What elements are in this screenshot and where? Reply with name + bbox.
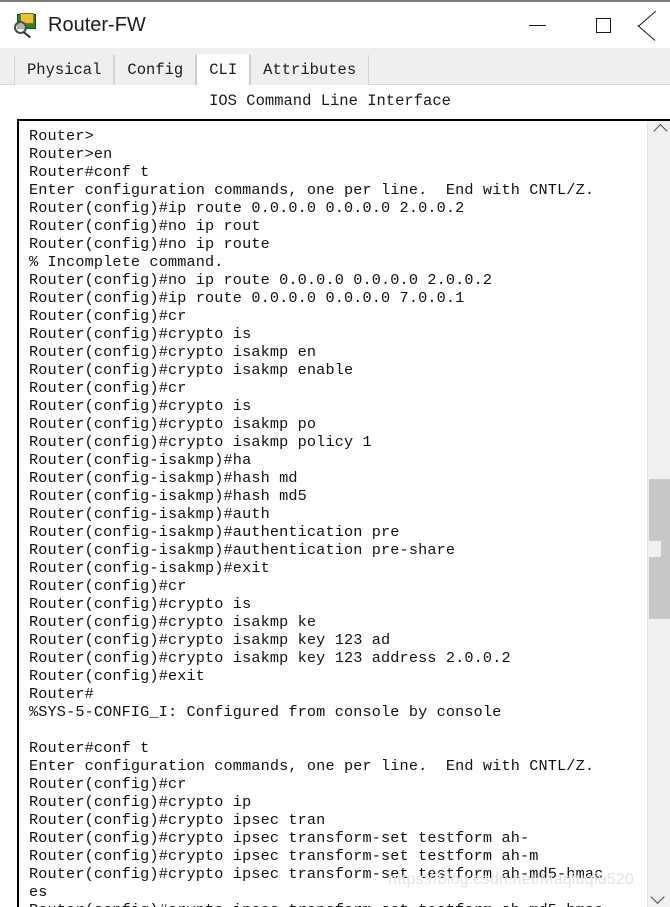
cli-line: Router>en: [29, 145, 113, 163]
scroll-up-arrow-button[interactable]: [648, 121, 670, 141]
cli-line: Enter configuration commands, one per li…: [29, 181, 595, 199]
cli-line: Router(config)#crypto is: [29, 325, 252, 343]
cli-line: Enter configuration commands, one per li…: [29, 757, 595, 775]
cli-line: Router(config)#cr: [29, 379, 187, 397]
minimize-icon: [528, 24, 546, 26]
cli-line: Router(config)#no ip route: [29, 235, 270, 253]
cli-line: Router(config)#crypto isakmp key 123 ad: [29, 631, 391, 649]
maximize-icon: [595, 17, 611, 33]
cli-line: Router(config)#crypto isakmp key 123 add…: [29, 649, 511, 667]
cli-line: Router(config)#crypto ipsec transform-se…: [29, 865, 604, 883]
close-button[interactable]: [636, 2, 670, 48]
cli-line: Router(config)#crypto isakmp en: [29, 343, 317, 361]
cli-line: Router#conf t: [29, 739, 150, 757]
window-controls: [504, 2, 670, 48]
cli-line: Router#conf t: [29, 163, 150, 181]
cli-line: Router(config)#crypto isakmp po: [29, 415, 317, 433]
cli-line: Router(config-isakmp)#hash md: [29, 469, 298, 487]
cli-line: Router(config)#crypto ipsec transform-se…: [29, 829, 530, 847]
cli-terminal[interactable]: Router> Router>en Router#conf t Enter confi…: [19, 121, 649, 907]
cli-line: Router(config)#cr: [29, 577, 187, 595]
cli-line: [29, 721, 649, 739]
cli-line: Router(config)#crypto is: [29, 595, 252, 613]
router-fw-window: Router-FW Physical Config CLI Attributes…: [0, 0, 670, 907]
cli-line: Router(config)#ip route 0.0.0.0 0.0.0.0 …: [29, 289, 465, 307]
cli-line: Router(config)#crypto ipsec tran: [29, 811, 326, 829]
title-bar: Router-FW: [0, 2, 670, 48]
cli-line: Router(config-isakmp)#authentication pre…: [29, 541, 456, 559]
chevron-down-icon: [650, 889, 665, 905]
cli-line: Router(config)#crypto ip: [29, 793, 252, 811]
cli-line: Router(config-isakmp)#hash md5: [29, 487, 307, 505]
cli-header-label: IOS Command Line Interface: [209, 92, 451, 110]
cli-output: Router> Router>en Router#conf t Enter confi…: [29, 127, 649, 907]
cli-line: Router(config-isakmp)#authentication pre: [29, 523, 400, 541]
cli-line: % Incomplete command.: [29, 253, 224, 271]
tab-attributes[interactable]: Attributes: [250, 55, 370, 85]
cli-line: Router#: [29, 685, 94, 703]
scrollbar-thumb[interactable]: [649, 479, 670, 619]
cli-line: Router(config)#crypto isakmp enable: [29, 361, 354, 379]
cli-line: Router>: [29, 127, 94, 145]
close-icon: [638, 17, 668, 34]
cli-line: Router(config)#exit: [29, 667, 206, 685]
packet-tracer-device-icon: [14, 12, 40, 39]
cli-terminal-frame: Router> Router>en Router#conf t Enter confi…: [17, 119, 670, 907]
cli-line: Router(config)#crypto ipsec transform-se…: [29, 847, 539, 865]
cli-line: Router(config)#ip route 0.0.0.0 0.0.0.0 …: [29, 199, 465, 217]
cli-line: Router(config)#no ip rout: [29, 217, 261, 235]
window-title: Router-FW: [48, 13, 146, 36]
cli-line: Router(config)#crypto isakmp ke: [29, 613, 317, 631]
scroll-down-arrow-button[interactable]: [648, 887, 670, 907]
maximize-button[interactable]: [570, 2, 636, 48]
cli-line: Router(config-isakmp)#ha: [29, 451, 252, 469]
tab-cli[interactable]: CLI: [196, 54, 251, 85]
cli-line: %SYS-5-CONFIG_I: Configured from console…: [29, 703, 502, 721]
scrollbar-thumb-notch: [649, 541, 661, 557]
cli-line: Router(config-isakmp)#exit: [29, 559, 270, 577]
cli-line: Router(config-isakmp)#auth: [29, 505, 270, 523]
cli-scrollbar[interactable]: [647, 121, 670, 907]
cli-line: es: [29, 883, 48, 901]
tab-config[interactable]: Config: [114, 55, 197, 85]
chevron-up-icon: [653, 123, 668, 139]
tab-physical[interactable]: Physical: [14, 55, 115, 85]
cli-line: Router(config)#cr: [29, 775, 187, 793]
cli-line: Router(config)#crypto isakmp policy 1: [29, 433, 372, 451]
cli-line: Router(config)#no ip route 0.0.0.0 0.0.0…: [29, 271, 493, 289]
cli-line: Router(config)#cr: [29, 307, 187, 325]
cli-header: IOS Command Line Interface: [0, 85, 670, 117]
minimize-button[interactable]: [504, 2, 570, 48]
cli-line: Router(config)#crypto ipsec transform-se…: [29, 901, 649, 907]
device-tabs: Physical Config CLI Attributes: [0, 48, 670, 85]
cli-line: Router(config)#crypto is: [29, 397, 252, 415]
